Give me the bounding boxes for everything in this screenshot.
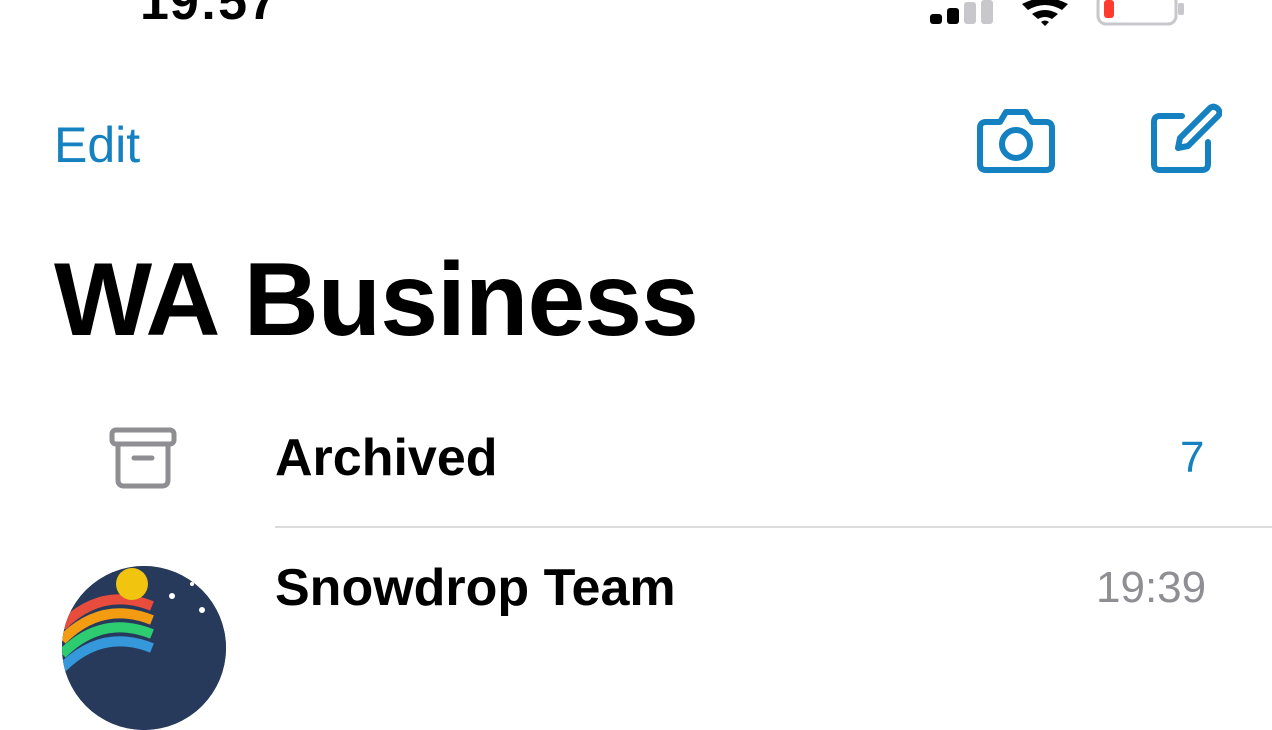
battery-low-icon <box>1096 0 1184 26</box>
status-time: 19:57 <box>140 0 278 31</box>
avatar-image <box>62 566 226 730</box>
compose-icon[interactable] <box>1148 102 1222 176</box>
chat-name: Snowdrop Team <box>275 559 676 617</box>
camera-icon[interactable] <box>976 104 1056 176</box>
chat-timestamp: 19:39 <box>1096 563 1207 612</box>
avatar <box>62 566 226 730</box>
archive-box-icon <box>109 427 177 489</box>
wifi-icon <box>1022 0 1068 26</box>
archived-label: Archived <box>275 429 498 487</box>
archived-count-badge: 7 <box>1180 433 1205 482</box>
edit-button[interactable]: Edit <box>54 116 140 174</box>
divider <box>275 526 1272 528</box>
cellular-signal-icon <box>930 0 993 24</box>
page-title: WA Business <box>54 242 699 358</box>
